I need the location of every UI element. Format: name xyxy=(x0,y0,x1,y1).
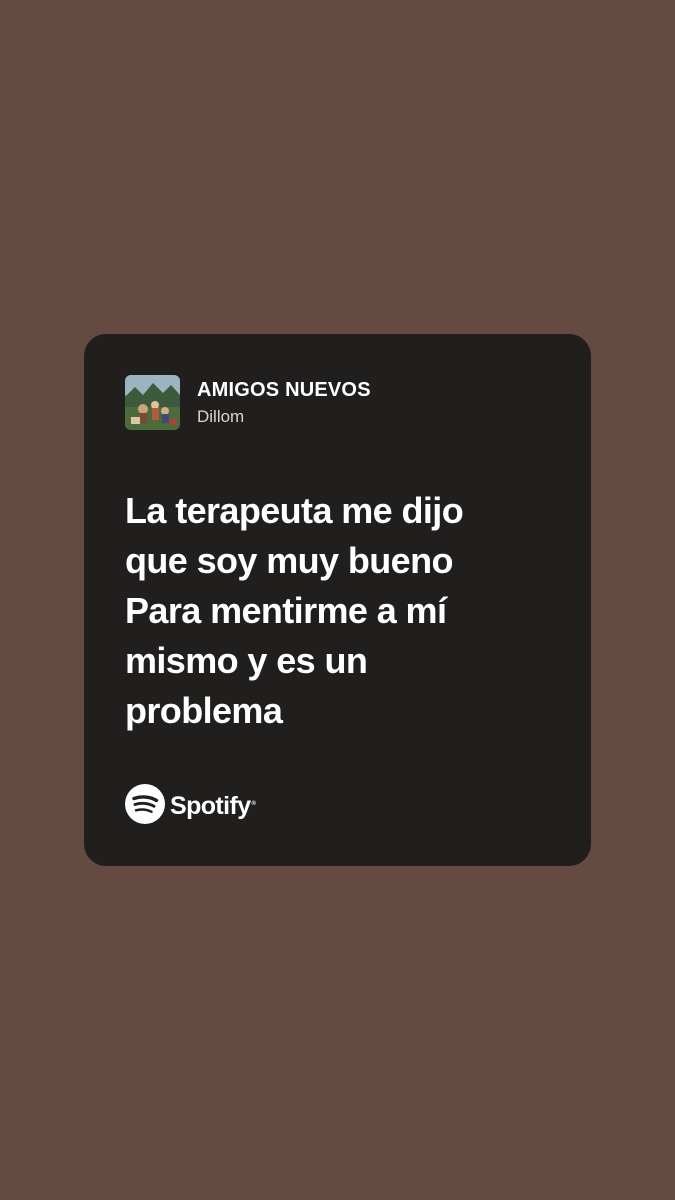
track-header: AMIGOS NUEVOS Dillom xyxy=(125,375,371,430)
song-title: AMIGOS NUEVOS xyxy=(197,378,371,401)
album-cover-image xyxy=(125,375,180,430)
lyric-line: mismo y es un xyxy=(125,640,368,681)
lyrics-text: La terapeuta me dijo que soy muy bueno P… xyxy=(125,486,565,736)
spotify-brand: Spotify® xyxy=(125,784,256,829)
spotify-logo-icon xyxy=(125,784,165,829)
track-meta: AMIGOS NUEVOS Dillom xyxy=(197,377,371,429)
spotify-wordmark: Spotify® xyxy=(170,792,256,820)
lyrics-share-card: AMIGOS NUEVOS Dillom La terapeuta me dij… xyxy=(84,334,591,866)
lyric-line: La terapeuta me dijo xyxy=(125,490,464,531)
lyric-line: Para mentirme a mí xyxy=(125,590,447,631)
lyric-line: que soy muy bueno xyxy=(125,540,453,581)
artist-name: Dillom xyxy=(197,406,245,426)
lyric-line: problema xyxy=(125,690,283,731)
